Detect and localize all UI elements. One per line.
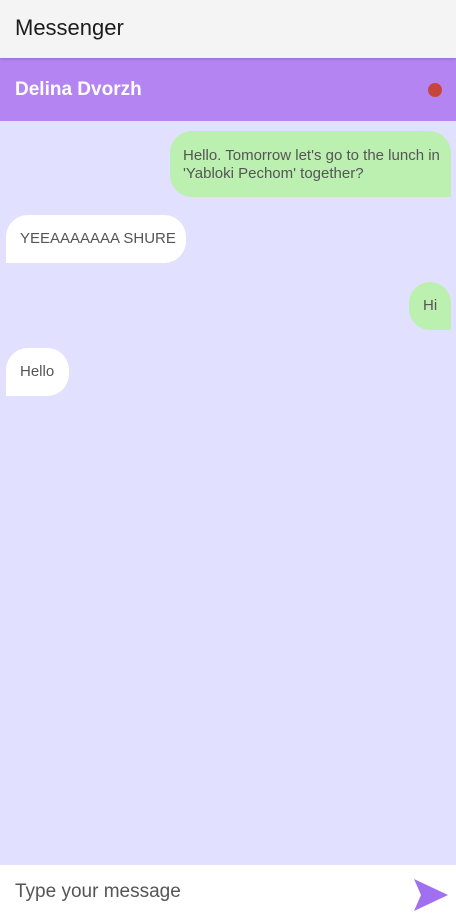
message-bubble-incoming: YEEAAAAAAA SHURE <box>6 215 186 263</box>
message-list[interactable]: Hello. Tomorrow let's go to the lunch in… <box>0 121 456 865</box>
app-title: Messenger <box>15 15 124 40</box>
message-text: Hello. Tomorrow let's go to the lunch in… <box>183 147 440 182</box>
send-icon <box>414 879 448 911</box>
message-bubble-outgoing: Hi <box>409 282 451 330</box>
message-text: YEEAAAAAAA SHURE <box>20 230 176 247</box>
app-bar: Messenger <box>0 0 456 58</box>
status-indicator <box>428 83 442 97</box>
message-bubble-outgoing: Hello. Tomorrow let's go to the lunch in… <box>170 131 451 197</box>
message-text: Hello <box>20 363 55 380</box>
send-button[interactable] <box>412 877 454 913</box>
message-composer <box>0 865 456 920</box>
message-text: Hi <box>423 297 438 314</box>
chat-header: Delina Dvorzh <box>0 58 456 121</box>
message-bubble-incoming: Hello <box>6 348 69 396</box>
contact-name: Delina Dvorzh <box>15 79 142 100</box>
message-input[interactable] <box>15 877 395 907</box>
